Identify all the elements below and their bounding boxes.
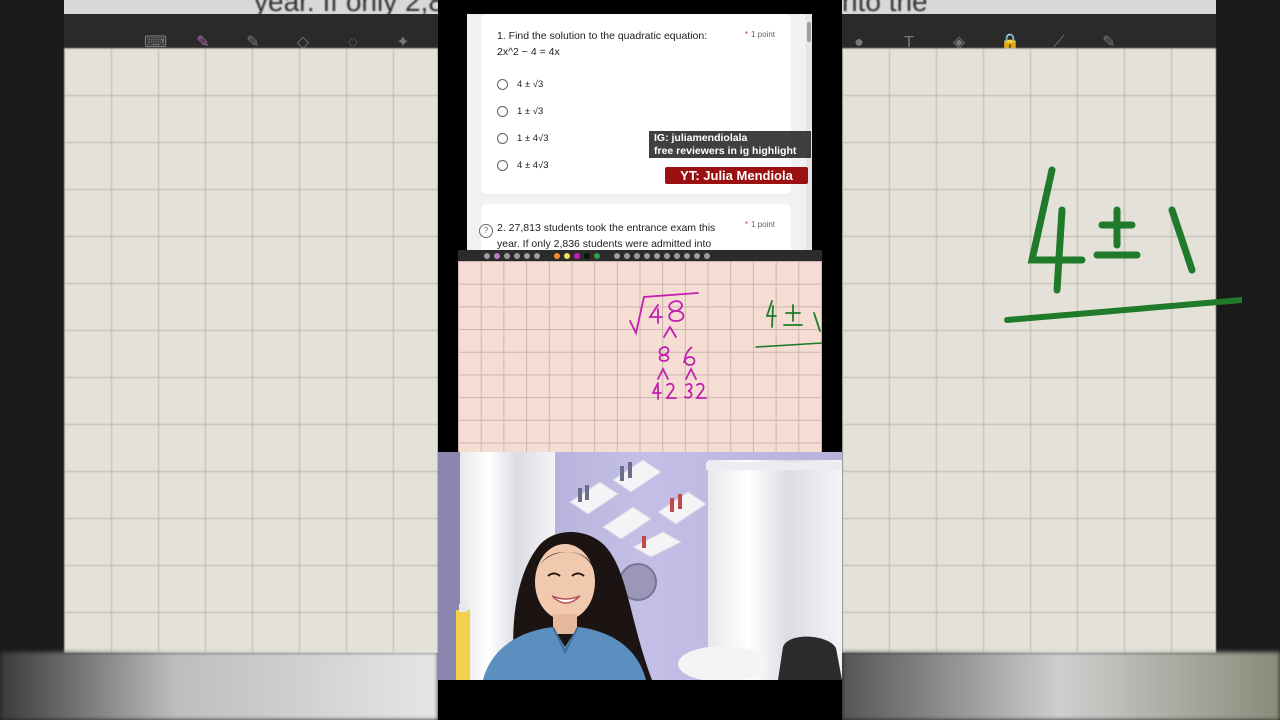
bg-toolbar-right: ● T ◈ 🔒 ⟋ ✎ <box>842 14 1216 51</box>
ig-handle: IG: juliamendiolala <box>654 132 748 144</box>
color-green-swatch[interactable] <box>594 252 600 259</box>
chevron-down-icon[interactable] <box>704 252 710 259</box>
bg-top-strip: year. If only 2,83 <box>64 0 438 17</box>
scroll-thumb[interactable] <box>807 22 811 42</box>
color-black-swatch[interactable] <box>584 252 590 259</box>
option-label: 1 ± √3 <box>517 105 544 117</box>
radio-button[interactable] <box>497 105 508 117</box>
whiteboard-canvas[interactable] <box>458 261 822 452</box>
instagram-caption: IG: juliamendiolala free reviewers in ig… <box>649 131 811 158</box>
lock-icon[interactable] <box>674 252 680 259</box>
color-yellow-swatch[interactable] <box>564 252 570 259</box>
option-3[interactable]: 1 ± 4√3 <box>497 130 549 146</box>
question-2-text: 2. 27,813 students took the entrance exa… <box>497 222 716 250</box>
option-label: 4 ± 4√3 <box>517 159 549 171</box>
lasso-icon[interactable] <box>524 252 530 259</box>
option-1[interactable]: 4 ± √3 <box>497 76 543 92</box>
handwritten-math <box>629 292 822 400</box>
color-orange-swatch[interactable] <box>554 252 560 259</box>
shapes-icon[interactable] <box>664 252 670 259</box>
question-1-points: * 1 point <box>744 30 775 39</box>
bg-webcam-blur <box>0 652 438 720</box>
background-right: nto the ● T ◈ 🔒 ⟋ ✎ <box>842 0 1280 720</box>
eraser-icon[interactable] <box>514 252 520 259</box>
text-icon[interactable] <box>654 252 660 259</box>
question-2-points: * 1 point <box>744 220 775 229</box>
youtube-caption: YT: Julia Mendiola <box>665 167 808 184</box>
ruler-icon[interactable] <box>684 252 690 259</box>
bg-toolbar: ⌨ ✎ ✎ ◇ ◌ ✦ <box>64 14 438 51</box>
question-card-2: ? 2. 27,813 students took the entrance e… <box>479 204 791 250</box>
screen-recording: 1. Find the solution to the quadratic eq… <box>438 0 842 720</box>
keyboard-icon[interactable] <box>484 252 490 259</box>
bg-whiteboard-grid <box>64 48 438 653</box>
radio-button[interactable] <box>497 132 508 144</box>
whiteboard-toolbar <box>458 250 822 261</box>
option-4[interactable]: 4 ± 4√3 <box>497 157 549 173</box>
bg-math-handwriting <box>1004 166 1242 323</box>
bg-whiteboard-grid-right <box>842 48 1216 653</box>
ig-note: free reviewers in ig highlight <box>654 145 797 157</box>
pencil-icon[interactable] <box>694 252 700 259</box>
highlighter-icon[interactable] <box>504 252 510 259</box>
undo-icon[interactable] <box>624 252 630 259</box>
line-width-icon[interactable] <box>614 252 620 259</box>
bg-webcam-blur-right <box>842 652 1280 720</box>
pen-icon[interactable] <box>494 252 500 259</box>
color-magenta-swatch[interactable] <box>574 252 580 259</box>
bg-top-strip-right: nto the <box>842 0 1216 17</box>
mic-icon[interactable] <box>644 252 650 259</box>
option-label: 1 ± 4√3 <box>517 132 549 144</box>
webcam-video <box>438 452 842 680</box>
redo-icon[interactable] <box>634 252 640 259</box>
radio-button[interactable] <box>497 159 508 171</box>
radio-button[interactable] <box>497 78 508 90</box>
webcam-scene <box>438 452 842 680</box>
option-label: 4 ± √3 <box>517 78 544 90</box>
star-icon[interactable] <box>534 252 540 259</box>
background-left: year. If only 2,83 ⌨ ✎ ✎ ◇ ◌ ✦ <box>0 0 438 720</box>
help-icon[interactable]: ? <box>479 224 493 238</box>
option-2[interactable]: 1 ± √3 <box>497 103 543 119</box>
question-1-text: 1. Find the solution to the quadratic eq… <box>497 30 708 58</box>
